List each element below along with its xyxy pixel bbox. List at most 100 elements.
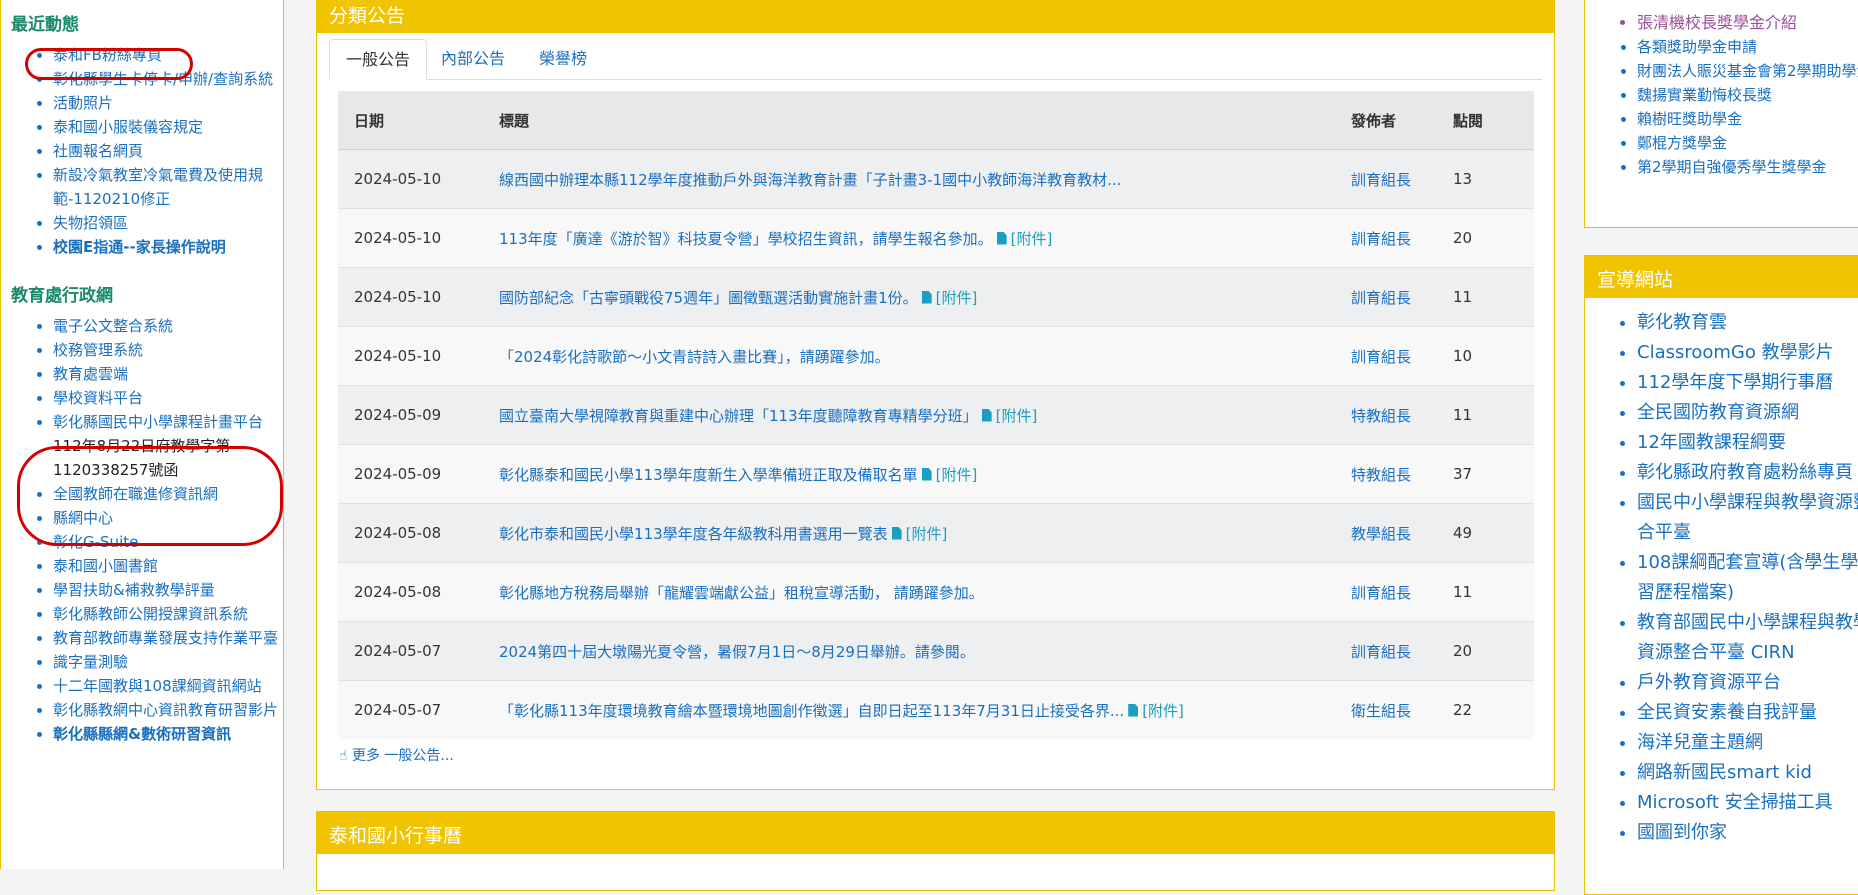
- list-item[interactable]: ClassroomGo 教學影片: [1637, 338, 1858, 368]
- list-item[interactable]: 泰和國小服裝儀容規定: [53, 115, 283, 139]
- promo-link[interactable]: 戶外教育資源平台: [1637, 672, 1781, 693]
- row-publisher[interactable]: 特教組長: [1351, 466, 1411, 484]
- list-item[interactable]: 張清機校長獎學金介紹: [1637, 11, 1858, 35]
- link-item[interactable]: 彰化縣教師公開授課資訊系統: [53, 605, 248, 623]
- row-publisher[interactable]: 訓育組長: [1351, 171, 1411, 189]
- more-label[interactable]: 更多 一般公告...: [352, 748, 454, 764]
- row-title-link[interactable]: 彰化縣地方稅務局舉辦「龍耀雲端獻公益」租稅宣導活動， 請踴躍參加。: [499, 584, 984, 602]
- list-item[interactable]: 全民資安素養自我評量: [1637, 698, 1858, 728]
- row-publisher[interactable]: 訓育組長: [1351, 643, 1411, 661]
- link-item[interactable]: 學習扶助&補救教學評量: [53, 581, 215, 599]
- row-title-link[interactable]: 線西國中辦理本縣112學年度推動戶外與海洋教育計畫「子計畫3-1國中小教師海洋教…: [499, 171, 1121, 189]
- list-item[interactable]: 校園E指通--家長操作說明: [53, 235, 283, 259]
- link-item[interactable]: 彰化縣縣網&數術研習資訊: [53, 725, 231, 743]
- promo-link[interactable]: ClassroomGo 教學影片: [1637, 342, 1834, 363]
- link-item[interactable]: 社團報名網頁: [53, 142, 143, 160]
- link-item[interactable]: 新設冷氣教室冷氣電費及使用規範-1120210修正: [53, 166, 263, 208]
- row-publisher[interactable]: 訓育組長: [1351, 289, 1411, 307]
- link-item[interactable]: 各類獎助學金申請: [1637, 38, 1757, 56]
- promo-link[interactable]: 海洋兒童主題網: [1637, 732, 1763, 753]
- list-item[interactable]: 海洋兒童主題網: [1637, 728, 1858, 758]
- link-item[interactable]: 第2學期自強優秀學生獎學金: [1637, 158, 1827, 176]
- row-title-link[interactable]: 彰化市泰和國民小學113學年度各年級教科用書選用一覽表: [499, 525, 888, 543]
- tab-honor[interactable]: 榮譽榜: [523, 39, 603, 79]
- link-item[interactable]: 教育部教師專業發展支持作業平臺: [53, 629, 278, 647]
- more-link[interactable]: ☝ 更多 一般公告...: [339, 745, 454, 765]
- list-item[interactable]: 教育部教師專業發展支持作業平臺: [53, 626, 283, 650]
- promo-link[interactable]: 彰化教育雲: [1637, 312, 1727, 333]
- row-title-link[interactable]: 國防部紀念「古寧頭戰役75週年」圖徵甄選活動實施計畫1份。: [499, 289, 918, 307]
- list-item[interactable]: 彰化縣縣網&數術研習資訊: [53, 722, 283, 746]
- list-item[interactable]: 112學年度下學期行事曆: [1637, 368, 1858, 398]
- attachment-link[interactable]: [附件]: [996, 407, 1038, 425]
- link-item[interactable]: 鄭棍方獎學金: [1637, 134, 1727, 152]
- link-item[interactable]: 泰和國小服裝儀容規定: [53, 118, 203, 136]
- list-item[interactable]: 鄭棍方獎學金: [1637, 131, 1858, 155]
- promo-link[interactable]: 12年國教課程綱要: [1637, 432, 1786, 453]
- link-item[interactable]: 活動照片: [53, 94, 113, 112]
- list-item[interactable]: 失物招領區: [53, 211, 283, 235]
- row-title-link[interactable]: 「2024彰化詩歌節～小文青詩詩入畫比賽」，請踴躍參加。: [499, 348, 890, 366]
- list-item[interactable]: 識字量測驗: [53, 650, 283, 674]
- attachment-link[interactable]: [附件]: [906, 525, 948, 543]
- list-item[interactable]: Microsoft 安全掃描工具: [1637, 788, 1858, 818]
- row-title-link[interactable]: 國立臺南大學視障教育與重建中心辦理「113年度聽障教育專精學分班」: [499, 407, 978, 425]
- link-item[interactable]: 電子公文整合系統: [53, 317, 173, 335]
- list-item[interactable]: 教育處雲端: [53, 362, 283, 386]
- attachment-link[interactable]: [附件]: [1142, 702, 1184, 720]
- list-item[interactable]: 彰化縣教師公開授課資訊系統: [53, 602, 283, 626]
- link-item[interactable]: 十二年國教與108課綱資訊網站: [53, 677, 262, 695]
- promo-link[interactable]: 國圖到你家: [1637, 822, 1727, 843]
- row-title-link[interactable]: 2024第四十屆大墩陽光夏令營，暑假7月1日～8月29日舉辦。請參閱。: [499, 643, 975, 661]
- promo-link[interactable]: 全民資安素養自我評量: [1637, 702, 1817, 723]
- list-item[interactable]: 彰化教育雲: [1637, 308, 1858, 338]
- list-item[interactable]: 108課綱配套宣導(含學生學習歷程檔案): [1637, 548, 1858, 608]
- list-item[interactable]: 學校資料平台: [53, 386, 283, 410]
- list-item[interactable]: 國民中小學課程與教學資源整合平臺: [1637, 488, 1858, 548]
- row-title-link[interactable]: 彰化縣泰和國民小學113學年度新生入學準備班正取及備取名單: [499, 466, 918, 484]
- row-publisher[interactable]: 訓育組長: [1351, 584, 1411, 602]
- promo-link[interactable]: 112學年度下學期行事曆: [1637, 372, 1833, 393]
- row-publisher[interactable]: 衛生組長: [1351, 702, 1411, 720]
- list-item[interactable]: 電子公文整合系統: [53, 314, 283, 338]
- list-item[interactable]: 十二年國教與108課綱資訊網站: [53, 674, 283, 698]
- link-item[interactable]: 彰化縣教網中心資訊教育研習影片: [53, 701, 278, 719]
- promo-link[interactable]: 彰化縣政府教育處粉絲專頁: [1637, 462, 1853, 483]
- list-item[interactable]: 12年國教課程綱要: [1637, 428, 1858, 458]
- link-item[interactable]: 校園E指通--家長操作說明: [53, 238, 226, 256]
- row-publisher[interactable]: 教學組長: [1351, 525, 1411, 543]
- list-item[interactable]: 戶外教育資源平台: [1637, 668, 1858, 698]
- promo-link[interactable]: 108課綱配套宣導(含學生學習歷程檔案): [1637, 552, 1858, 603]
- list-item[interactable]: 財團法人賑災基金會第2學期助學金: [1637, 59, 1858, 83]
- list-item[interactable]: 教育部國民中小學課程與教學資源整合平臺 CIRN: [1637, 608, 1858, 668]
- attachment-link[interactable]: [附件]: [1011, 230, 1053, 248]
- attachment-link[interactable]: [附件]: [936, 466, 978, 484]
- row-title-link[interactable]: 113年度「廣達《游於智》科技夏令營」學校招生資訊，請學生報名參加。: [499, 230, 993, 248]
- row-publisher[interactable]: 特教組長: [1351, 407, 1411, 425]
- list-item[interactable]: 網路新國民smart kid: [1637, 758, 1858, 788]
- list-item[interactable]: 學習扶助&補救教學評量: [53, 578, 283, 602]
- list-item[interactable]: 活動照片: [53, 91, 283, 115]
- list-item[interactable]: 全民國防教育資源網: [1637, 398, 1858, 428]
- promo-link[interactable]: 網路新國民smart kid: [1637, 762, 1812, 783]
- link-course-plan[interactable]: 彰化縣國民中小學課程計畫平台: [53, 413, 263, 431]
- link-item[interactable]: 財團法人賑災基金會第2學期助學金: [1637, 62, 1858, 80]
- link-item[interactable]: 學校資料平台: [53, 389, 143, 407]
- list-item[interactable]: 各類獎助學金申請: [1637, 35, 1858, 59]
- promo-link[interactable]: Microsoft 安全掃描工具: [1637, 792, 1833, 813]
- attachment-link[interactable]: [附件]: [936, 289, 978, 307]
- row-publisher[interactable]: 訓育組長: [1351, 348, 1411, 366]
- list-item[interactable]: 賴樹旺獎助學金: [1637, 107, 1858, 131]
- link-item[interactable]: 教育處雲端: [53, 365, 128, 383]
- row-publisher[interactable]: 訓育組長: [1351, 230, 1411, 248]
- link-item[interactable]: 張清機校長獎學金介紹: [1637, 13, 1797, 32]
- link-item[interactable]: 賴樹旺獎助學金: [1637, 110, 1742, 128]
- list-item[interactable]: 校務管理系統: [53, 338, 283, 362]
- list-item[interactable]: 魏揚實業勤悔校長獎: [1637, 83, 1858, 107]
- list-item[interactable]: 泰和國小圖書館: [53, 554, 283, 578]
- link-item[interactable]: 魏揚實業勤悔校長獎: [1637, 86, 1772, 104]
- link-item[interactable]: 泰和國小圖書館: [53, 557, 158, 575]
- list-item[interactable]: 國圖到你家: [1637, 818, 1858, 848]
- link-item[interactable]: 校務管理系統: [53, 341, 143, 359]
- link-item[interactable]: 識字量測驗: [53, 653, 128, 671]
